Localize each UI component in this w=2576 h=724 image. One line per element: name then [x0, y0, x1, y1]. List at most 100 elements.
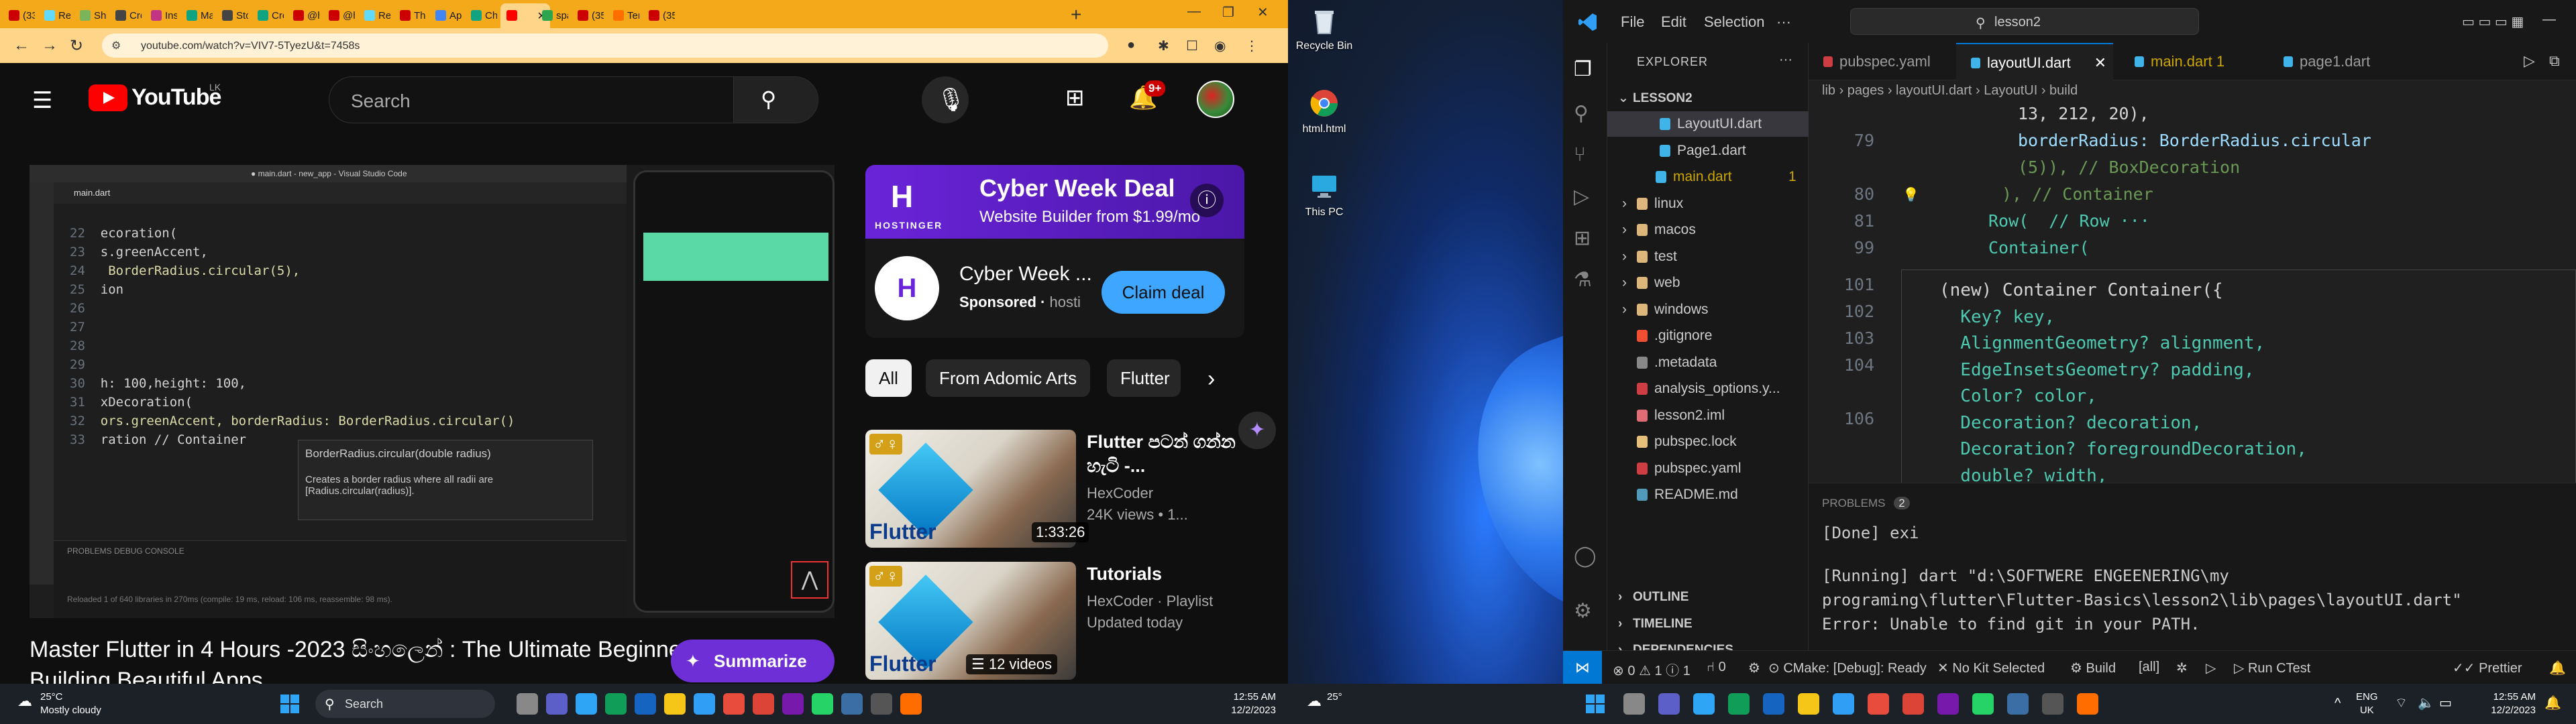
browser-tab[interactable]: Reac [38, 3, 72, 28]
run-icon[interactable]: ▷ [2524, 52, 2535, 70]
tree-item[interactable]: › macos [1607, 217, 1809, 243]
claim-deal-button[interactable]: Claim deal [1102, 271, 1225, 314]
browser-tab[interactable]: Reac [358, 3, 392, 28]
tree-item[interactable]: lesson2.iml [1607, 403, 1809, 428]
status-build[interactable]: ⚙ Build [2070, 660, 2116, 676]
browser-tab[interactable]: (356) [643, 3, 677, 28]
battery-icon[interactable]: ▭ [2439, 695, 2452, 711]
tree-item[interactable]: › test [1607, 244, 1809, 269]
status-ctest[interactable]: ▷ Run CTest [2234, 660, 2310, 676]
start-icon[interactable] [280, 695, 299, 713]
taskbar-app-icon[interactable] [1693, 693, 1715, 715]
taskbar-app-icon[interactable] [871, 693, 892, 715]
explorer-icon[interactable]: ❐ [1574, 58, 1592, 81]
search-icon[interactable]: ⚲ [1574, 102, 1589, 125]
browser-tab[interactable]: spac [536, 3, 570, 28]
taskbar-app-icon[interactable] [2007, 693, 2029, 715]
browser-tab[interactable]: Chat [465, 3, 499, 28]
maximize-button[interactable]: ❐ [1222, 4, 1234, 21]
taskbar-app-icon[interactable] [2077, 693, 2098, 715]
taskbar-app-icon[interactable] [1937, 693, 1959, 715]
browser-tab[interactable]: Tens [607, 3, 641, 28]
tree-item[interactable]: pubspec.yaml [1607, 456, 1809, 481]
minimize-button[interactable]: — [1187, 4, 1201, 19]
taskbar-app-icon[interactable] [517, 693, 538, 715]
status-problems[interactable]: ⊗ 0 ⚠ 1 ⓘ 1 [1613, 660, 1690, 679]
search-box[interactable]: Search ⚲ [329, 76, 818, 123]
ad-card[interactable]: H HOSTINGER Cyber Week Deal Website Buil… [865, 165, 1244, 338]
taskbar-app-icon[interactable] [1972, 693, 1994, 715]
chip-all[interactable]: All [865, 359, 912, 397]
browser-tab[interactable]: Appl [429, 3, 464, 28]
browser-tab[interactable]: The S [394, 3, 428, 28]
taskbar-clock[interactable]: 12:55 AM 12/2/2023 [2491, 690, 2536, 717]
editor-tab[interactable]: pubspec.yaml [1809, 43, 1949, 80]
breadcrumb[interactable]: lib › pages › layoutUI.dart › LayoutUI ›… [1809, 80, 2576, 101]
taskbar-app-icon[interactable] [2042, 693, 2063, 715]
info-icon[interactable]: ⓘ [1190, 184, 1224, 217]
desktop-icon-html[interactable]: html.html [1292, 87, 1356, 135]
volume-icon[interactable]: 🔈 [2418, 695, 2434, 711]
play-icon[interactable]: ▷ [2206, 660, 2216, 676]
testing-icon[interactable]: ⚗ [1574, 268, 1592, 292]
video-player[interactable]: ● main.dart - new_app - Visual Studio Co… [30, 165, 835, 618]
more-actions-icon[interactable]: ··· [1779, 52, 1792, 68]
taskbar-app-icon[interactable] [664, 693, 686, 715]
tree-item[interactable]: Page1.dart [1607, 138, 1809, 164]
chip-flutter[interactable]: Flutter [1107, 359, 1181, 397]
taskbar-app-icon[interactable] [1798, 693, 1819, 715]
taskbar-app-icon[interactable] [694, 693, 715, 715]
hamburger-icon[interactable]: ☰ [32, 87, 52, 114]
status-target[interactable]: [all] [2139, 660, 2159, 675]
split-editor-icon[interactable]: ⧉ [2549, 52, 2560, 70]
menu-icon[interactable]: ⋮ [1245, 38, 1258, 54]
tree-item[interactable]: pubspec.lock [1607, 429, 1809, 455]
chip-from-adomic-arts[interactable]: From Adomic Arts [926, 359, 1091, 397]
rec-channel[interactable]: HexCoder · Playlist [1087, 591, 1213, 611]
menu-more[interactable]: ··· [1776, 13, 1791, 31]
account-icon[interactable]: ◯ [1574, 544, 1597, 568]
tree-item[interactable]: main.dart 1 [1607, 164, 1809, 190]
tree-root[interactable]: ⌄ LESSON2 [1607, 86, 1809, 111]
new-tab-button[interactable]: + [1071, 4, 1081, 25]
tree-item[interactable]: analysis_options.y... [1607, 376, 1809, 402]
menu-selection[interactable]: Selection [1704, 13, 1765, 31]
puzzle-icon[interactable]: ✱ [1158, 38, 1169, 54]
avatar[interactable] [1197, 80, 1234, 118]
browser-tab[interactable]: Crea [109, 3, 144, 28]
editor-tab[interactable]: main.dart 1 [2120, 43, 2262, 80]
gear-icon[interactable]: ⚙ [1748, 660, 1760, 676]
taskbar-app-icon[interactable] [1658, 693, 1680, 715]
settings-gear-icon[interactable]: ⚙ [1574, 599, 1592, 623]
youtube-wordmark[interactable]: YouTube [131, 84, 221, 111]
remote-icon[interactable]: ⋈ [1563, 651, 1602, 684]
taskbar-app-icon[interactable] [576, 693, 597, 715]
lightbulb-icon[interactable]: 💡 [1902, 186, 1919, 202]
browser-tab[interactable]: Shop [74, 3, 108, 28]
tree-item[interactable]: › linux [1607, 191, 1809, 217]
taskbar-app-icon[interactable] [546, 693, 568, 715]
rec-title[interactable]: Flutter පටන් ගන්න හැටි -... [1087, 430, 1261, 478]
taskbar-search[interactable]: ⚲ Search [315, 690, 495, 718]
desktop-icon-this-pc[interactable]: This PC [1292, 170, 1356, 219]
weather-widget[interactable]: ☁ 25° [1307, 690, 1342, 709]
tree-item[interactable]: README.md [1607, 482, 1809, 507]
reload-button[interactable]: ↻ [70, 36, 83, 56]
browser-tab[interactable]: Insta [145, 3, 179, 28]
taskbar-app-icon[interactable] [1868, 693, 1889, 715]
wifi-icon[interactable]: ⌔ [2395, 695, 2408, 711]
notification-icon[interactable]: 🔔 [2544, 695, 2561, 711]
taskbar-app-icon[interactable] [812, 693, 833, 715]
bug-icon[interactable]: ✲ [2176, 660, 2188, 676]
create-icon[interactable]: ⊞ [1065, 84, 1085, 111]
menu-file[interactable]: File [1621, 13, 1644, 31]
status-ports[interactable]: ⑁ 0 [1707, 660, 1726, 675]
tree-item[interactable]: › web [1607, 270, 1809, 296]
sidebar-section-timeline[interactable]: › TIMELINE [1607, 611, 1809, 637]
start-icon[interactable] [1586, 695, 1605, 713]
taskbar-clock[interactable]: 12:55 AM 12/2/2023 [1231, 690, 1276, 717]
taskbar-app-icon[interactable] [782, 693, 804, 715]
browser-tab[interactable]: @he [287, 3, 321, 28]
status-prettier[interactable]: ✓✓ Prettier [2453, 660, 2522, 676]
bell-icon[interactable]: 🔔 [2549, 660, 2566, 676]
